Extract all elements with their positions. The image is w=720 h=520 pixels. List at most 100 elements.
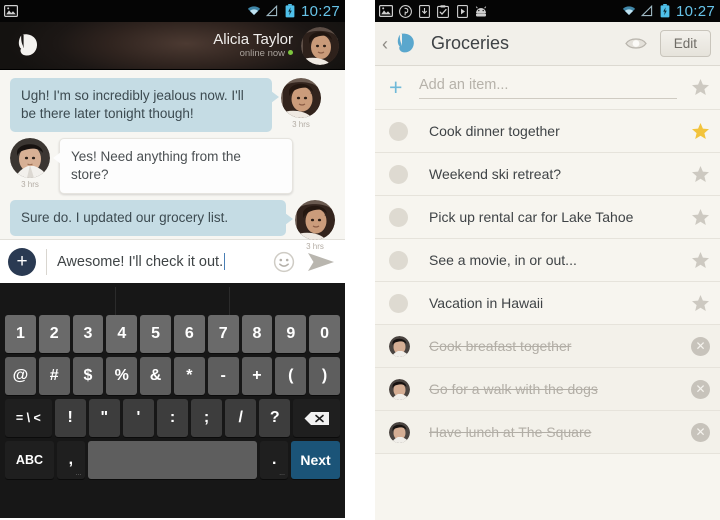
checkbox-circle[interactable] [389, 293, 408, 313]
key-plus[interactable]: + [241, 357, 273, 395]
key-space[interactable] [87, 441, 258, 479]
keyboard-suggestion-bar[interactable] [2, 287, 343, 315]
message-input[interactable]: Awesome! I'll check it out. [57, 253, 273, 270]
key-abc-switch[interactable]: ABC [5, 441, 54, 479]
key-6[interactable]: 6 [173, 315, 205, 353]
app-logo-icon[interactable] [390, 29, 420, 59]
wifi-icon [247, 4, 261, 18]
add-attachment-button[interactable]: + [8, 247, 36, 276]
avatar[interactable] [295, 199, 335, 240]
contact-info[interactable]: Alicia Taylor online now [213, 30, 293, 60]
suggestion-slot[interactable] [116, 287, 230, 315]
add-item-row[interactable]: + Add an item... [375, 66, 720, 110]
checkbox-circle[interactable] [389, 121, 408, 141]
key-double-quote[interactable]: " [88, 399, 120, 437]
close-icon[interactable]: ✕ [691, 336, 710, 356]
key-single-quote[interactable]: ' [122, 399, 154, 437]
key-7[interactable]: 7 [207, 315, 239, 353]
list-clock: 10:27 [675, 2, 715, 20]
star-icon[interactable] [691, 165, 710, 184]
key-5[interactable]: 5 [140, 315, 171, 353]
key-question[interactable]: ? [259, 399, 291, 437]
key-asterisk[interactable]: * [173, 357, 205, 395]
key-2[interactable]: 2 [38, 315, 70, 353]
message-timestamp: 3 hrs [21, 179, 39, 189]
key-percent[interactable]: % [106, 357, 138, 395]
list-item[interactable]: See a movie, in or out... [375, 239, 720, 282]
key-paren-open[interactable]: ( [275, 357, 307, 395]
message-bubble[interactable]: Sure do. I updated our grocery list. [10, 199, 293, 236]
key-semicolon[interactable]: ; [191, 399, 223, 437]
list-item[interactable]: Go for a walk with the dogs ✕ [375, 368, 720, 411]
list-item-label: Cook dinner together [429, 123, 560, 139]
chat-message-list[interactable]: Ugh! I'm so incredibly jealous now. I'll… [0, 70, 345, 251]
message-bubble[interactable]: Ugh! I'm so incredibly jealous now. I'll… [10, 78, 279, 132]
key-period[interactable]: . ··· [260, 441, 289, 479]
checkbox-circle[interactable] [389, 250, 408, 270]
star-icon[interactable] [691, 208, 710, 227]
chat-notification-icons [4, 4, 247, 18]
chat-system-icons: 10:27 [247, 4, 340, 19]
star-icon[interactable] [691, 251, 710, 270]
plus-icon[interactable]: + [389, 76, 411, 99]
suggestion-slot[interactable] [230, 287, 343, 315]
back-button[interactable]: ‹ [382, 35, 388, 53]
key-0[interactable]: 0 [309, 315, 340, 353]
key-next[interactable]: Next [291, 441, 340, 479]
star-icon[interactable] [691, 78, 710, 97]
key-slash[interactable]: / [225, 399, 257, 437]
keyboard-row-symbols: @ # $ % & * - + ( ) [2, 357, 343, 395]
avatar[interactable] [281, 78, 321, 118]
suggestion-slot[interactable] [2, 287, 116, 315]
contact-avatar[interactable] [301, 26, 339, 65]
list-item[interactable]: Pick up rental car for Lake Tahoe [375, 196, 720, 239]
close-icon[interactable]: ✕ [691, 379, 710, 399]
emoji-smiley-icon[interactable] [273, 251, 295, 273]
key-9[interactable]: 9 [275, 315, 307, 353]
edit-button[interactable]: Edit [659, 30, 711, 57]
key-exclamation[interactable]: ! [54, 399, 86, 437]
close-icon[interactable]: ✕ [691, 422, 710, 442]
list-item-label: Cook breafast together [429, 338, 572, 354]
pinterest-icon [398, 4, 412, 18]
key-1[interactable]: 1 [5, 315, 36, 353]
checkbox-circle[interactable] [389, 164, 408, 184]
key-symbol-switch[interactable]: = \ < [5, 399, 52, 437]
screenshot-root: 10:27 Alicia Taylor online now Ugh! I'm … [0, 0, 720, 520]
star-icon[interactable] [691, 122, 710, 141]
list-item[interactable]: Have lunch at The Square ✕ [375, 411, 720, 454]
key-comma-hint: ··· [75, 472, 82, 478]
send-icon[interactable] [307, 251, 335, 273]
key-comma-label: , [68, 451, 74, 468]
avatar[interactable] [10, 137, 50, 178]
message-bubble[interactable]: Yes! Need anything from the store? [53, 137, 293, 194]
list-header: ‹ Groceries Edit [375, 22, 720, 66]
list-item[interactable]: Cook dinner together [375, 110, 720, 153]
key-3[interactable]: 3 [72, 315, 104, 353]
key-paren-close[interactable]: ) [309, 357, 340, 395]
key-colon[interactable]: : [156, 399, 189, 437]
key-at[interactable]: @ [5, 357, 36, 395]
key-8[interactable]: 8 [241, 315, 273, 353]
add-item-input[interactable]: Add an item... [419, 77, 677, 99]
list-app-panel: 10:27 ‹ Groceries Edit + Add an item... … [375, 0, 720, 520]
key-minus[interactable]: - [207, 357, 239, 395]
key-hash[interactable]: # [38, 357, 70, 395]
list-item[interactable]: Weekend ski retreat? [375, 153, 720, 196]
list-item[interactable]: Vacation in Hawaii [375, 282, 720, 325]
checkbox-circle[interactable] [389, 207, 408, 227]
list-item[interactable]: Cook breafast together ✕ [375, 325, 720, 368]
message-text: Sure do. I updated our grocery list. [21, 209, 229, 225]
list-item-label: Weekend ski retreat? [429, 166, 562, 182]
backspace-icon[interactable] [293, 399, 340, 437]
app-logo-icon[interactable] [10, 29, 44, 63]
eye-icon[interactable] [625, 36, 647, 51]
avatar [389, 421, 410, 443]
key-4[interactable]: 4 [106, 315, 138, 353]
key-ampersand[interactable]: & [140, 357, 171, 395]
key-dollar[interactable]: $ [72, 357, 104, 395]
star-icon[interactable] [691, 294, 710, 313]
on-screen-keyboard: 1 2 3 4 5 6 7 8 9 0 @ # $ % & * - + () … [0, 283, 345, 518]
key-comma[interactable]: , ··· [56, 441, 85, 479]
contact-name: Alicia Taylor [213, 30, 293, 48]
